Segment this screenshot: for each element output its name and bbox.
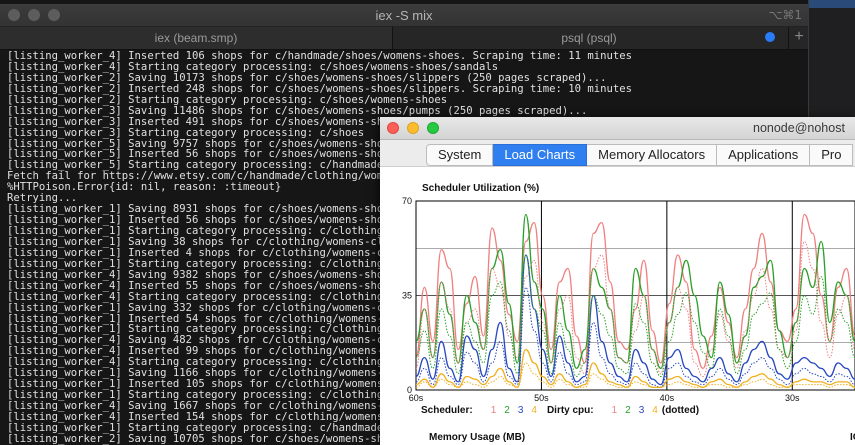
observer-window[interactable]: nonode@nohost System Load Charts Memory Al… [380, 117, 855, 445]
zoom-button[interactable] [427, 122, 439, 134]
legend-scheduler-3: 3 [517, 405, 524, 416]
minimize-button[interactable] [407, 122, 419, 134]
load-charts-panel: Scheduler Utilization (%) 60s 50s 40s 30s 0 3… [380, 166, 855, 445]
terminal-line: [listing_worker_3] Saving 11486 shops fo… [7, 104, 588, 117]
legend-dirty-2: 2 [625, 405, 631, 416]
terminal-titlebar[interactable]: iex -S mix ⌥⌘1 [0, 4, 808, 27]
tab-load-charts[interactable]: Load Charts [493, 144, 588, 166]
tab-iex[interactable]: iex (beam.smp) [0, 27, 393, 49]
terminal-tab-bar: iex (beam.smp) psql (psql) + [0, 27, 808, 50]
tab-system[interactable]: System [426, 144, 494, 166]
observer-titlebar[interactable]: nonode@nohost [380, 117, 855, 140]
x-tick-label: 50s [534, 393, 549, 403]
legend-scheduler-1: 1 [490, 405, 497, 416]
close-button[interactable] [387, 122, 399, 134]
tab-psql[interactable]: psql (psql) [393, 27, 785, 49]
io-title: IO [850, 432, 855, 443]
legend-scheduler-2: 2 [504, 405, 510, 416]
legend-dirty-label: Dirty cpu: [546, 405, 594, 416]
tab-pro[interactable]: Pro [810, 144, 854, 166]
legend-dotted-label: (dotted) [661, 405, 700, 416]
legend-scheduler-label: Scheduler: [421, 405, 473, 416]
observer-title: nonode@nohost [753, 121, 845, 135]
y-tick-label: 70 [402, 196, 412, 206]
chart-legend: Scheduler: 1 2 3 4 Dirty cpu: 1 2 3 4 (dotted) [421, 405, 699, 416]
legend-scheduler-4: 4 [531, 405, 537, 416]
tab-memory-allocators[interactable]: Memory Allocators [587, 144, 718, 166]
memory-usage-title: Memory Usage (MB) [429, 432, 526, 443]
x-tick-label: 30s [785, 393, 800, 403]
tab-applications[interactable]: Applications [717, 144, 811, 166]
legend-dirty-4: 4 [652, 405, 658, 416]
window-shortcut: ⌥⌘1 [768, 8, 802, 22]
y-tick-label: 0 [407, 385, 412, 395]
y-tick-label: 35 [402, 291, 412, 301]
scheduler-chart: 60s 50s 40s 30s03570 [402, 196, 855, 403]
new-tab-button[interactable]: + [788, 27, 809, 49]
x-tick-label: 40s [660, 393, 675, 403]
legend-dirty-3: 3 [638, 405, 645, 416]
observer-tab-bar: System Load Charts Memory Allocators Applic… [426, 144, 854, 166]
legend-dirty-1: 1 [611, 405, 618, 416]
tab-activity-indicator [765, 32, 775, 42]
terminal-title: iex -S mix [375, 8, 433, 23]
